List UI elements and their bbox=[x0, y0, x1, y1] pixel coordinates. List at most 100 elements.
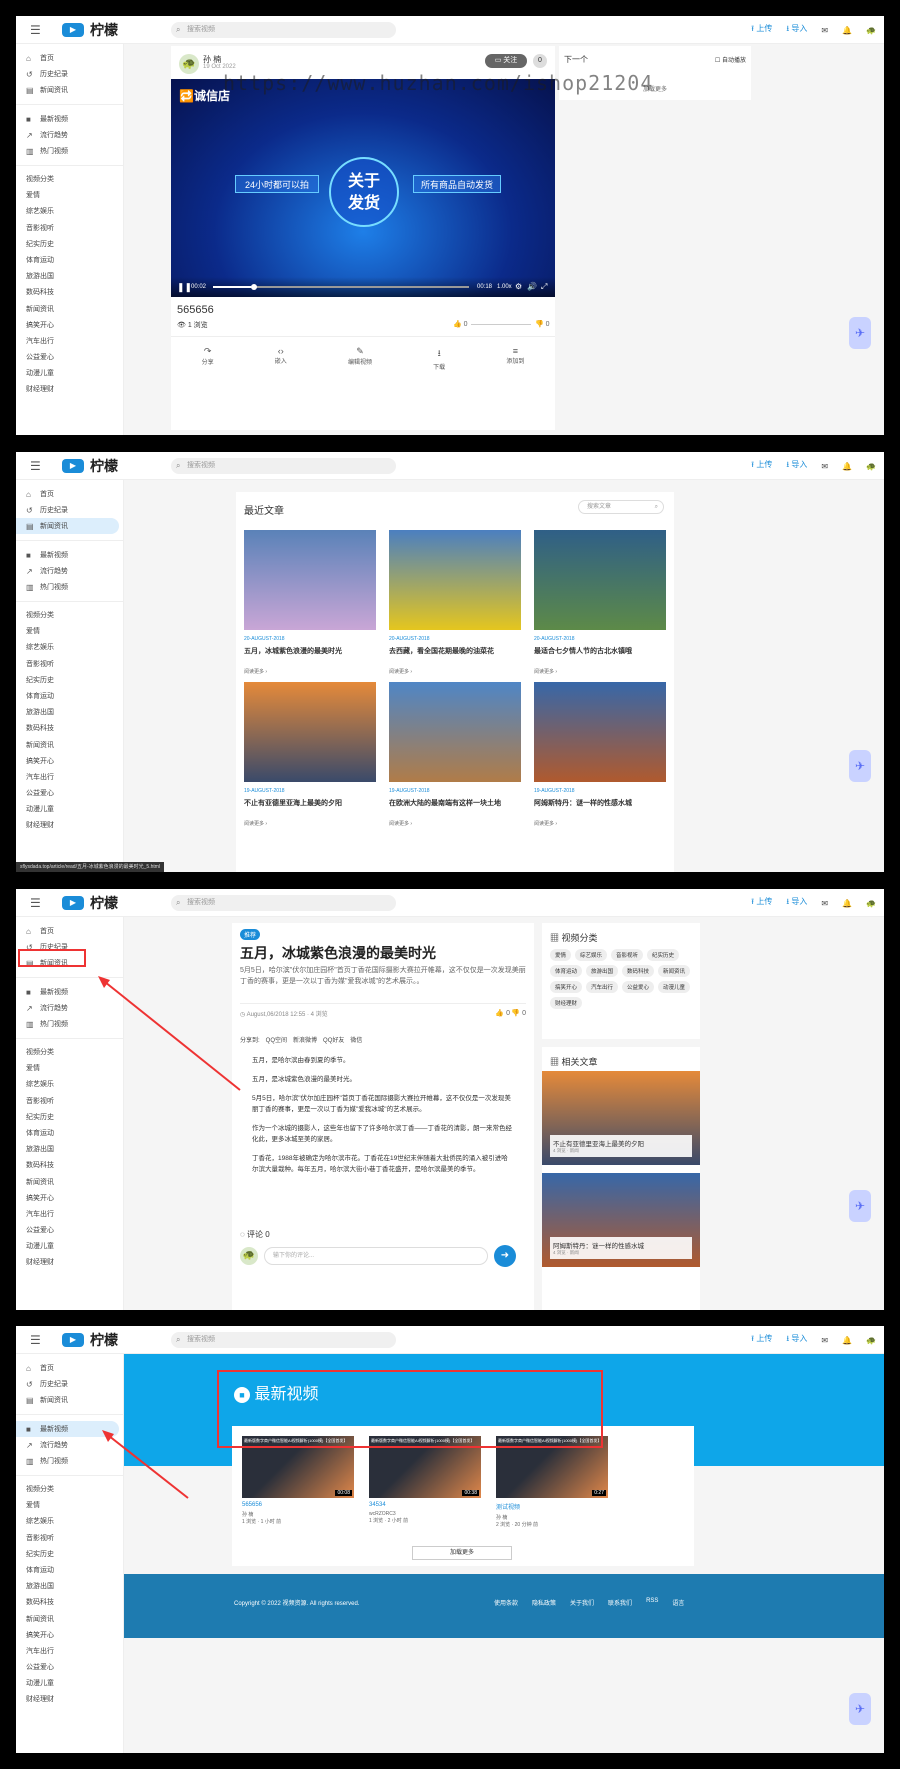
read-more-link[interactable]: 阅读更多 › bbox=[389, 668, 521, 675]
category-chip[interactable]: 公益爱心 bbox=[622, 981, 655, 993]
bell-icon[interactable]: 🔔 bbox=[842, 1336, 852, 1345]
upload-button[interactable]: ⭱ 上传 bbox=[751, 23, 772, 37]
video-title[interactable]: 测试视频 bbox=[496, 1502, 608, 1511]
avatar[interactable]: 🐢 bbox=[866, 462, 876, 471]
avatar[interactable]: 🐢 bbox=[866, 1336, 876, 1345]
sidebar-category[interactable]: 音影视听 bbox=[16, 1531, 123, 1547]
sidebar-category[interactable]: 新闻资讯 bbox=[16, 738, 123, 754]
sidebar-category[interactable]: 动漫儿童 bbox=[16, 1239, 123, 1255]
sidebar-item[interactable]: ↗ 流行趋势 bbox=[16, 127, 119, 143]
sidebar-category[interactable]: 旅游出国 bbox=[16, 1142, 123, 1158]
article-dislike-button[interactable]: 👎 0 bbox=[511, 1009, 526, 1017]
article-thumbnail[interactable] bbox=[244, 682, 376, 782]
sidebar-category[interactable]: 搞笑开心 bbox=[16, 754, 123, 770]
sidebar-item[interactable]: ↗ 流行趋势 bbox=[16, 563, 119, 579]
video-card[interactable]: 最新版数字商户微信智能AI视频解析(1000模)【全国首发】 00:38 34534… bbox=[369, 1436, 481, 1528]
action-button[interactable]: ≡ 添加到 bbox=[506, 346, 524, 371]
action-button[interactable]: ‹› 嵌入 bbox=[275, 346, 287, 371]
sidebar-item[interactable]: ▥ 热门视频 bbox=[16, 579, 119, 595]
sidebar-category[interactable]: 汽车出行 bbox=[16, 1644, 123, 1660]
sidebar-category[interactable]: 综艺娱乐 bbox=[16, 204, 123, 220]
sidebar-category[interactable]: 汽车出行 bbox=[16, 1207, 123, 1223]
upload-button[interactable]: ⭱ 上传 bbox=[751, 459, 772, 473]
sidebar-category[interactable]: 公益爱心 bbox=[16, 786, 123, 802]
category-chip[interactable]: 数码科技 bbox=[622, 965, 655, 977]
article-title[interactable]: 在欧洲大陆的最南端有这样一块土地 bbox=[389, 798, 521, 808]
category-chip[interactable]: 汽车出行 bbox=[586, 981, 619, 993]
article-card[interactable]: 20-AUGUST-2018 五月，冰城紫色浪漫的最美时光 阅读更多 › bbox=[244, 530, 376, 680]
article-card[interactable]: 19-AUGUST-2018 不止有亚德里亚海上最美的夕阳 阅读更多 › bbox=[244, 682, 376, 832]
menu-icon[interactable]: ☰ bbox=[30, 1333, 50, 1347]
action-button[interactable]: ✎ 编辑视频 bbox=[348, 346, 372, 371]
sidebar-category[interactable]: 搞笑开心 bbox=[16, 1628, 123, 1644]
read-more-link[interactable]: 阅读更多 › bbox=[534, 668, 666, 675]
upload-button[interactable]: ⭱ 上传 bbox=[751, 1333, 772, 1347]
avatar[interactable]: 🐢 bbox=[866, 26, 876, 35]
category-chip[interactable]: 新闻资讯 bbox=[658, 965, 691, 977]
sidebar-category[interactable]: 数码科技 bbox=[16, 1158, 123, 1174]
article-card[interactable]: 20-AUGUST-2018 最适合七夕情人节的古北水镇哦 阅读更多 › bbox=[534, 530, 666, 680]
import-button[interactable]: ⭳ 导入 bbox=[786, 1333, 807, 1347]
sidebar-category[interactable]: 公益爱心 bbox=[16, 350, 123, 366]
sidebar-category[interactable]: 公益爱心 bbox=[16, 1223, 123, 1239]
footer-link[interactable]: 语言 bbox=[672, 1598, 684, 1607]
article-title[interactable]: 最适合七夕情人节的古北水镇哦 bbox=[534, 646, 666, 656]
fullscreen-icon[interactable]: ⤢ bbox=[541, 282, 547, 292]
sidebar-category[interactable]: 音影视听 bbox=[16, 221, 123, 237]
sidebar-category[interactable]: 爱情 bbox=[16, 1498, 123, 1514]
feedback-button[interactable]: ✈ bbox=[849, 317, 871, 349]
settings-icon[interactable]: ⚙ bbox=[515, 282, 522, 291]
sidebar-category[interactable]: 爱情 bbox=[16, 188, 123, 204]
pause-icon[interactable]: ❚❚ bbox=[177, 282, 192, 293]
volume-icon[interactable]: 🔊 bbox=[527, 282, 537, 291]
article-title[interactable]: 阿姆斯特丹：谜一样的性感水城 bbox=[534, 798, 666, 808]
load-more-button[interactable]: 加载更多 bbox=[412, 1546, 512, 1560]
category-chip[interactable]: 纪实历史 bbox=[647, 949, 680, 961]
uploader-avatar[interactable]: 🐢 bbox=[179, 54, 199, 74]
sidebar-category[interactable]: 纪实历史 bbox=[16, 1110, 123, 1126]
menu-icon[interactable]: ☰ bbox=[30, 459, 50, 473]
menu-icon[interactable]: ☰ bbox=[30, 23, 50, 37]
search-input[interactable]: ⌕ 搜索视频 bbox=[171, 22, 396, 38]
footer-link[interactable]: 联系我们 bbox=[608, 1598, 632, 1607]
sidebar-item[interactable]: ▥ 热门视频 bbox=[16, 1453, 119, 1469]
category-chip[interactable]: 动漫儿童 bbox=[658, 981, 691, 993]
logo[interactable]: ▶ 柠檬 bbox=[62, 456, 118, 476]
category-chip[interactable]: 财经理财 bbox=[550, 997, 583, 1009]
article-search-input[interactable]: 搜索文章 ⌕ bbox=[578, 500, 664, 514]
sidebar-category[interactable]: 公益爱心 bbox=[16, 1660, 123, 1676]
category-chip[interactable]: 体育运动 bbox=[550, 965, 583, 977]
related-article-title[interactable]: 不止有亚德里亚海上最美的夕阳 bbox=[553, 1138, 689, 1148]
read-more-link[interactable]: 阅读更多 › bbox=[244, 668, 376, 675]
share-option[interactable]: 新浪微博 bbox=[293, 1035, 317, 1044]
message-icon[interactable]: ✉ bbox=[821, 1336, 828, 1345]
import-button[interactable]: ⭳ 导入 bbox=[786, 896, 807, 910]
sidebar-category[interactable]: 动漫儿童 bbox=[16, 802, 123, 818]
video-author[interactable]: 孙 楠 bbox=[242, 1511, 354, 1518]
video-player[interactable]: 🔁诚信店 24小时都可以拍 关于 发货 所有商品自动发货 ❚❚ 00:02 00… bbox=[171, 79, 555, 297]
sidebar-category[interactable]: 音影视听 bbox=[16, 1094, 123, 1110]
bell-icon[interactable]: 🔔 bbox=[842, 462, 852, 471]
sidebar-item[interactable]: ■ 最新视频 bbox=[16, 547, 119, 563]
sidebar-category[interactable]: 动漫儿童 bbox=[16, 366, 123, 382]
article-card[interactable]: 20-AUGUST-2018 去西藏，看全国花期最晚的油菜花 阅读更多 › bbox=[389, 530, 521, 680]
sidebar-category[interactable]: 综艺娱乐 bbox=[16, 1077, 123, 1093]
comment-submit-button[interactable]: ➜ bbox=[494, 1245, 516, 1267]
sidebar-category[interactable]: 汽车出行 bbox=[16, 334, 123, 350]
video-card[interactable]: 最新版数字商户微信智能AI视频解析(1000模)【全国首发】 0:27 测试视频孙 … bbox=[496, 1436, 608, 1528]
sidebar-category[interactable]: 综艺娱乐 bbox=[16, 1514, 123, 1530]
sidebar-category[interactable]: 数码科技 bbox=[16, 285, 123, 301]
bell-icon[interactable]: 🔔 bbox=[842, 26, 852, 35]
logo[interactable]: ▶ 柠檬 bbox=[62, 20, 118, 40]
sidebar-item[interactable]: ▤ 新闻资讯 bbox=[16, 1392, 119, 1408]
article-thumbnail[interactable] bbox=[244, 530, 376, 630]
sidebar-item[interactable]: ↺ 历史纪录 bbox=[16, 66, 119, 82]
sidebar-category[interactable]: 动漫儿童 bbox=[16, 1676, 123, 1692]
footer-link[interactable]: 隐私政策 bbox=[532, 1598, 556, 1607]
sidebar-category[interactable]: 音影视听 bbox=[16, 657, 123, 673]
category-chip[interactable]: 搞笑开心 bbox=[550, 981, 583, 993]
read-more-link[interactable]: 阅读更多 › bbox=[244, 820, 376, 827]
sidebar-item[interactable]: ↺ 历史纪录 bbox=[16, 502, 119, 518]
share-option[interactable]: QQ好友 bbox=[323, 1035, 344, 1044]
article-card[interactable]: 19-AUGUST-2018 阿姆斯特丹：谜一样的性感水城 阅读更多 › bbox=[534, 682, 666, 832]
